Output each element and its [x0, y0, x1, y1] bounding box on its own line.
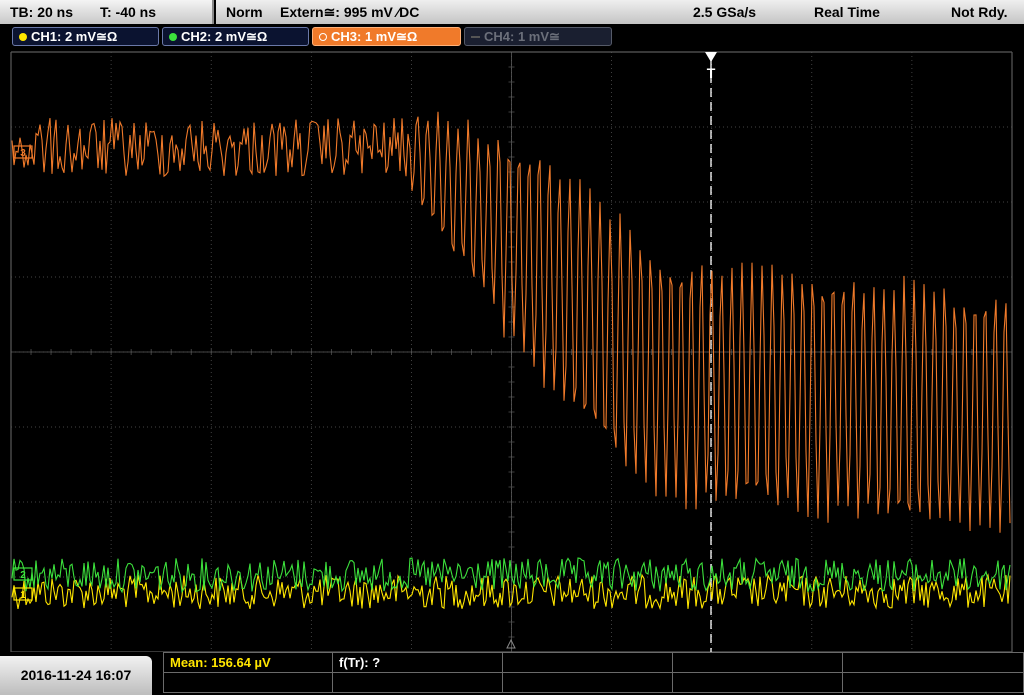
run-status-label: Not Rdy. — [951, 4, 1008, 20]
measurement-panel[interactable]: Mean: 156.64 µV f(Tr): ? — [163, 652, 1024, 695]
channel-4-dash-icon — [471, 36, 480, 38]
channel-3-tab[interactable]: CH3: 1 mV≅Ω — [312, 27, 461, 46]
channel-2-marker-label: 2 — [20, 570, 26, 581]
trigger-mode-label[interactable]: Norm — [226, 0, 263, 24]
measurement-rise-time[interactable]: f(Tr): ? — [332, 652, 503, 673]
trigger-marker-label: T — [707, 65, 716, 81]
channel-3-label: CH3: 1 mV≅Ω — [331, 29, 418, 44]
trigger-arrow-icon[interactable] — [705, 52, 717, 62]
trigger-source-label[interactable]: Extern≅: 995 mV ⁄DC — [280, 0, 419, 24]
channel-1-tab[interactable]: CH1: 2 mV≅Ω — [12, 27, 159, 46]
channel-2-tab[interactable]: CH2: 2 mV≅Ω — [162, 27, 309, 46]
channel-4-tab[interactable]: CH4: 1 mV≅ — [464, 27, 612, 46]
acquisition-strip: Norm Extern≅: 995 mV ⁄DC 2.5 GSa/s Real … — [216, 0, 1024, 24]
channel-2-dot-icon — [169, 33, 177, 41]
channel-3-dot-icon — [319, 33, 327, 41]
time-zero-marker-icon — [506, 638, 516, 649]
measurement-slot-3[interactable] — [502, 652, 673, 673]
channel-4-label: CH4: 1 mV≅ — [484, 29, 560, 44]
date-time-label: 2016-11-24 16:07 — [20, 667, 132, 683]
channel-2-label: CH2: 2 mV≅Ω — [181, 29, 268, 44]
channel-tabs: CH1: 2 mV≅Ω CH2: 2 mV≅Ω CH3: 1 mV≅Ω CH4:… — [0, 26, 1024, 48]
measurement-slot-9[interactable] — [672, 672, 843, 693]
status-bar: TB: 20 ns T: -40 ns Norm Extern≅: 995 mV… — [0, 0, 1024, 24]
channel-1-dot-icon — [19, 33, 27, 41]
acquisition-mode-label[interactable]: Real Time — [814, 0, 880, 24]
measurement-slot-6[interactable] — [163, 672, 333, 693]
trigger-time-label[interactable]: T: -40 ns — [100, 0, 156, 24]
measurement-mean[interactable]: Mean: 156.64 µV — [163, 652, 333, 673]
waveform-display[interactable]: T 3 2 1 — [0, 48, 1024, 652]
channel-1-marker-label: 1 — [20, 590, 26, 601]
timebase-label[interactable]: TB: 20 ns — [10, 0, 73, 24]
measurement-slot-8[interactable] — [502, 672, 673, 693]
measurement-slot-7[interactable] — [332, 672, 503, 693]
measurement-slot-10[interactable] — [842, 672, 1024, 693]
channel-3-marker-label: 3 — [20, 148, 26, 159]
date-time-display: 2016-11-24 16:07 — [0, 656, 152, 695]
measurement-slot-5[interactable] — [842, 652, 1024, 673]
sample-rate-label[interactable]: 2.5 GSa/s — [693, 0, 756, 24]
measurement-slot-4[interactable] — [672, 652, 843, 673]
channel-1-label: CH1: 2 mV≅Ω — [31, 29, 118, 44]
timebase-panel[interactable]: TB: 20 ns T: -40 ns — [0, 0, 214, 24]
